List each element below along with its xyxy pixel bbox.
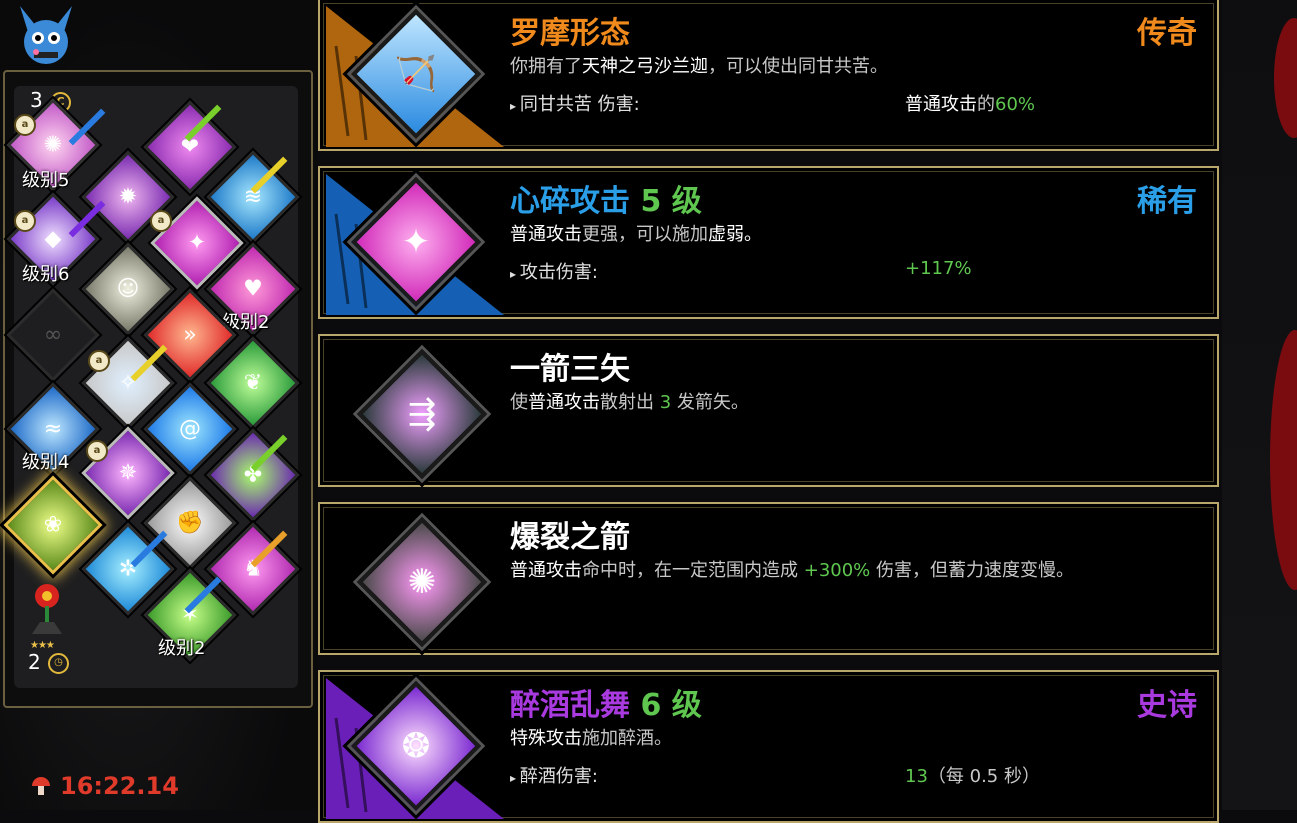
boon-chevron-icon: » xyxy=(183,322,197,348)
boon-card-drunk-dance[interactable]: ❂ 醉酒乱舞 6 级 史诗 特殊攻击施加醉酒。 醉酒伤害: 13（每 0.5 秒… xyxy=(318,670,1219,823)
red-splash-decor xyxy=(1274,18,1297,138)
boon-swirl-icon: ✺ xyxy=(43,132,63,158)
hammer-lock-icon: a xyxy=(86,440,108,462)
flower-character-icon[interactable] xyxy=(24,578,70,638)
boon-orb-icon: ✹ xyxy=(118,184,138,210)
boon-level-label: 级别5 xyxy=(22,170,70,191)
boon-card-heartbreak[interactable]: ✦ 心碎攻击 5 级 稀有 普通攻击更强，可以施加虚弱。 攻击伤害: +117% xyxy=(318,166,1219,319)
triple-arrow-icon: ⇶ xyxy=(356,348,488,480)
card-description: 使普通攻击散射出 3 发箭矢。 xyxy=(510,392,749,413)
red-splash-decor xyxy=(1270,330,1297,590)
boon-card-rama-form[interactable]: 🏹 罗摩形态 传奇 你拥有了天神之弓沙兰迦，可以使出同甘共苦。 同甘共苦 伤害:… xyxy=(318,0,1219,151)
infinity-icon: ∞ xyxy=(43,322,63,348)
card-title: 心碎攻击 5 级 xyxy=(510,184,702,219)
card-title: 爆裂之箭 xyxy=(510,520,630,555)
bat-character-icon[interactable] xyxy=(14,2,78,72)
card-rarity: 传奇 xyxy=(1137,16,1197,51)
card-description: 普通攻击命中时，在一定范围内造成 +300% 伤害，但蓄力速度变慢。 xyxy=(510,560,1075,581)
boon-level-label: 级别4 xyxy=(22,452,70,473)
boon-broken-heart-icon: ♥ xyxy=(243,276,263,302)
card-rarity: 稀有 xyxy=(1137,184,1197,219)
card-rarity: 史诗 xyxy=(1137,688,1197,723)
boon-mask-icon: ☺ xyxy=(116,276,140,302)
boon-card-triple-arrow[interactable]: ⇶ 一箭三矢 使普通攻击散射出 3 发箭矢。 xyxy=(318,334,1219,487)
clock-icon: ◷ xyxy=(48,653,69,674)
card-title: 一箭三矢 xyxy=(510,352,630,387)
boon-heartbreak-icon: ✦ xyxy=(187,230,207,256)
run-timer: 16:22.14 xyxy=(60,772,179,800)
secondary-count: 2 xyxy=(28,650,41,674)
card-description: 普通攻击更强，可以施加虚弱。 xyxy=(510,224,762,245)
boon-level-label: 级别6 xyxy=(22,264,70,285)
hammer-lock-icon: a xyxy=(14,210,36,232)
stat-value: +117% xyxy=(905,258,972,279)
hammer-lock-icon: a xyxy=(150,210,172,232)
boon-leaf-icon: ❦ xyxy=(243,370,263,396)
boon-card-explosive-arrow[interactable]: ✺ 爆裂之箭 普通攻击命中时，在一定范围内造成 +300% 伤害，但蓄力速度变慢… xyxy=(318,502,1219,655)
boon-fist-icon: ✊ xyxy=(176,510,204,536)
explosive-arrow-icon: ✺ xyxy=(356,516,488,648)
stat-label: 醉酒伤害: xyxy=(510,762,598,788)
stat-value: 普通攻击的60% xyxy=(905,94,1036,115)
boon-nature-icon: ❀ xyxy=(43,512,63,538)
stat-label: 同甘共苦 伤害: xyxy=(510,90,640,116)
stat-label: 攻击伤害: xyxy=(510,258,598,284)
card-description: 特殊攻击施加醉酒。 xyxy=(510,728,672,749)
boon-gem-icon: ◆ xyxy=(44,226,62,252)
hammer-lock-icon: a xyxy=(88,350,110,372)
boon-level-label: 级别2 xyxy=(158,638,206,659)
boon-vortex-icon: @ xyxy=(179,416,201,442)
mushroom-timer-icon xyxy=(30,774,52,798)
card-title: 罗摩形态 xyxy=(510,16,630,51)
hammer-lock-icon: a xyxy=(14,114,36,136)
boon-water-icon: ≈ xyxy=(43,416,63,442)
right-background xyxy=(1222,0,1297,810)
boon-shards-icon: ✵ xyxy=(118,460,138,486)
hammer-count: 3 xyxy=(30,88,43,112)
stat-value: 13（每 0.5 秒） xyxy=(905,766,1040,787)
card-title: 醉酒乱舞 6 级 xyxy=(510,688,702,723)
card-description: 你拥有了天神之弓沙兰迦，可以使出同甘共苦。 xyxy=(510,56,888,77)
